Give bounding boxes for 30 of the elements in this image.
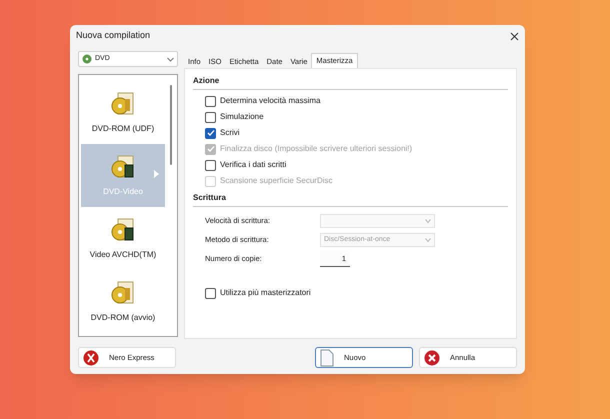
disc-video-icon (110, 216, 136, 242)
document-icon (320, 348, 334, 366)
section-heading: Azione (193, 75, 508, 90)
section-heading: Scrittura (193, 192, 508, 207)
chevron-down-icon (425, 238, 431, 242)
chevron-down-icon (167, 56, 174, 62)
disc-video-icon (110, 154, 136, 180)
checkbox-option[interactable]: Simulazione (205, 109, 508, 125)
compilation-item[interactable]: DVD-ROM (avvio) (81, 270, 165, 333)
disc-document-icon (110, 90, 136, 116)
checkbox[interactable] (205, 160, 216, 170)
checkbox-option[interactable]: Verifica i dati scritti (205, 157, 508, 173)
chevron-down-icon (425, 219, 431, 223)
cancel-icon (424, 350, 440, 366)
scrollbar-thumb[interactable] (170, 85, 172, 165)
checkbox[interactable] (205, 112, 216, 122)
close-icon[interactable] (510, 32, 519, 40)
arrow-right-icon (154, 170, 159, 178)
checkbox-option[interactable]: Determina velocità massima (205, 93, 508, 109)
disc-document-icon (110, 280, 136, 306)
x-logo-icon (83, 350, 99, 366)
disc-icon (82, 54, 92, 64)
checkbox[interactable] (205, 288, 216, 298)
compilation-item[interactable]: Video AVCHD(TM) (81, 207, 165, 270)
window-title: Nuova compilation (76, 29, 150, 42)
checkbox[interactable] (205, 96, 216, 106)
compilation-item[interactable]: DVD-ROM (UDF) (81, 81, 165, 144)
checkbox-option[interactable]: Scrivi (205, 125, 508, 141)
checkbox-option[interactable]: Utilizza più masterizzatori (205, 285, 508, 301)
checkbox[interactable] (205, 128, 216, 138)
